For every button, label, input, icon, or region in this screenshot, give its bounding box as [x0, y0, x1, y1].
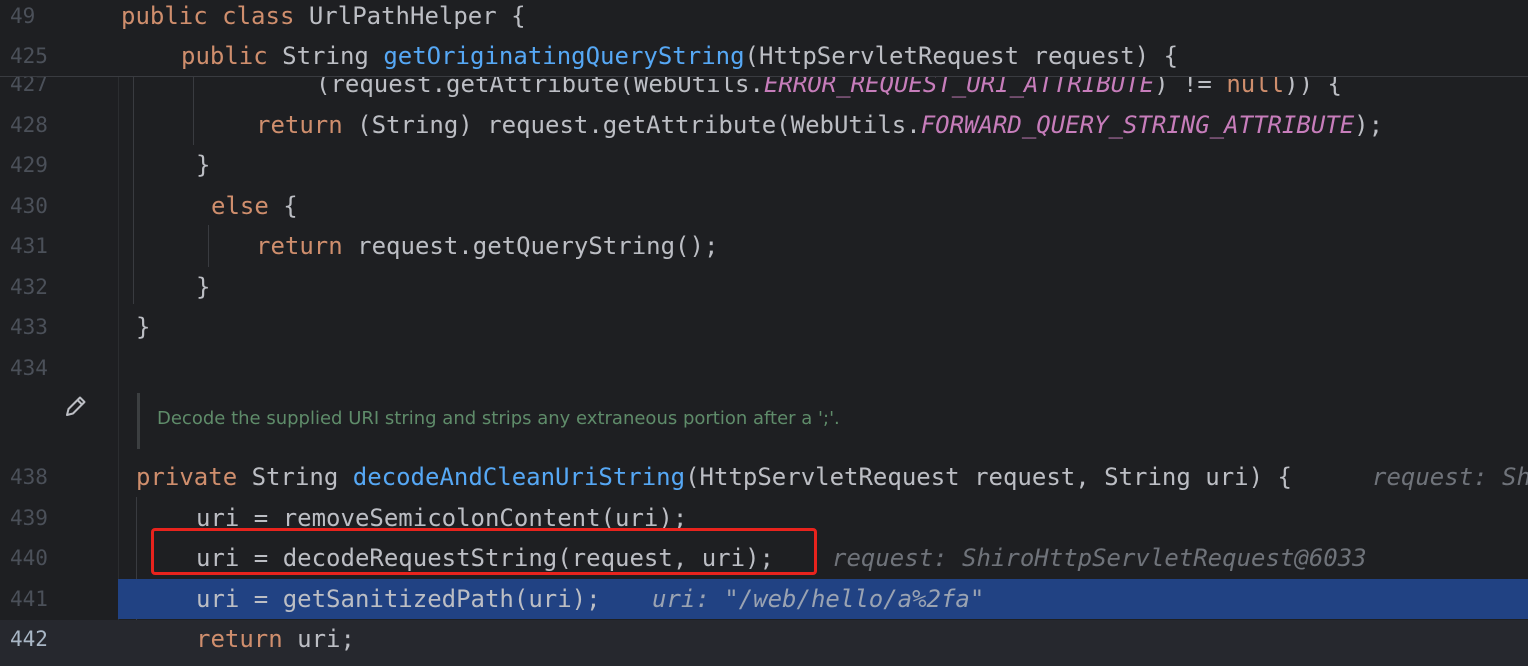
sticky-scope-header: 49 public class UrlPathHelper { 425 publ…: [0, 0, 1528, 76]
code-editor[interactable]: 49 public class UrlPathHelper { 425 publ…: [0, 0, 1528, 666]
code-line[interactable]: 430 else {: [0, 187, 1528, 225]
code-line-current-execution[interactable]: 441 uri = getSanitizedPath(uri); uri: "/…: [0, 580, 1528, 618]
line-number: 434: [10, 356, 48, 380]
code-line[interactable]: 428 return (String) request.getAttribute…: [0, 106, 1528, 144]
line-number: 49: [10, 4, 36, 28]
code-text: return uri;: [196, 625, 355, 653]
code-line[interactable]: 431 return request.getQueryString();: [0, 227, 1528, 265]
code-text: private String decodeAndCleanUriString(H…: [136, 463, 1292, 491]
pencil-icon[interactable]: [62, 392, 90, 420]
sticky-separator: [0, 76, 1528, 77]
line-number: 433: [10, 315, 48, 339]
line-number: 439: [10, 506, 48, 530]
line-number: 429: [10, 153, 48, 177]
code-text: public String getOriginatingQueryString(…: [181, 42, 1179, 70]
code-line[interactable]: 434: [0, 349, 1528, 387]
code-text: return request.getQueryString();: [256, 232, 719, 260]
code-line[interactable]: 432 }: [0, 268, 1528, 306]
sticky-line-class[interactable]: 49 public class UrlPathHelper {: [0, 0, 1528, 35]
code-text: }: [136, 313, 151, 341]
code-text: else {: [211, 192, 298, 220]
highlight-annotation-box: [151, 528, 817, 575]
code-line-caret[interactable]: 442 return uri;: [0, 620, 1528, 666]
code-line[interactable]: 438 private String decodeAndCleanUriStri…: [0, 458, 1528, 496]
code-line[interactable]: 429 }: [0, 146, 1528, 184]
code-text: public class UrlPathHelper {: [121, 2, 526, 30]
line-number: 428: [10, 113, 48, 137]
code-text: return (String) request.getAttribute(Web…: [256, 111, 1384, 139]
inline-debug-value: request: ShiroHttpServletRequest@6033: [832, 544, 1367, 572]
code-text: }: [196, 273, 211, 301]
code-text: uri = getSanitizedPath(uri);: [196, 585, 601, 613]
code-text: }: [196, 151, 211, 179]
doc-comment: Decode the supplied URI string and strip…: [157, 408, 840, 429]
doc-comment-bar: [137, 393, 140, 449]
line-number: 442: [10, 627, 48, 651]
inline-debug-value: request: Sh: [1372, 463, 1528, 491]
code-line[interactable]: 433 }: [0, 308, 1528, 346]
inline-debug-value: uri: "/web/hello/a%2fa": [652, 585, 985, 613]
line-number: 432: [10, 275, 48, 299]
line-number: 431: [10, 234, 48, 258]
line-number: 441: [10, 587, 48, 611]
line-number: 438: [10, 465, 48, 489]
line-number: 430: [10, 194, 48, 218]
line-number: 425: [10, 44, 48, 68]
line-number: 440: [10, 546, 48, 570]
sticky-line-method[interactable]: 425 public String getOriginatingQueryStr…: [0, 37, 1528, 75]
